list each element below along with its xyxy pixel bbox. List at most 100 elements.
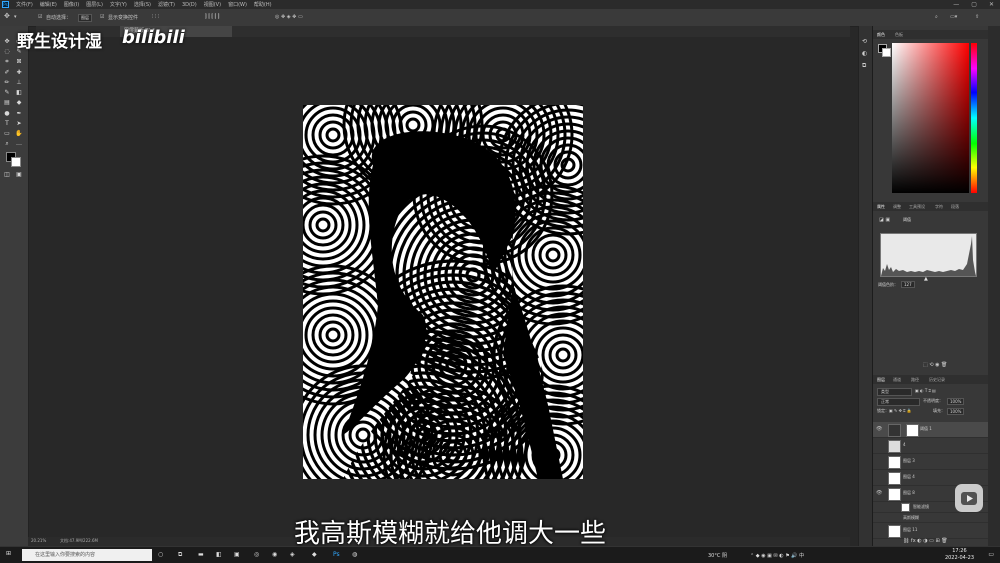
screen-mode-icon[interactable]: ▣ [15,171,23,178]
menu-window[interactable]: 窗口(W) [228,1,247,8]
panel-scrollbar[interactable] [988,26,1000,546]
notification-icon[interactable]: ▭ [988,551,994,558]
3d-mode-icons[interactable]: ◎ ✥ ◈ ✥ ▭ [275,14,303,20]
more-tools-icon[interactable]: … [15,140,23,147]
tab-swatches[interactable]: 色板 [895,32,903,38]
bg-color-chip[interactable] [882,48,891,57]
move-tool-icon[interactable]: ✥ [3,38,11,45]
tab-layers[interactable]: 图层 [877,377,885,383]
app-icon[interactable]: ◈ [290,551,295,558]
layer-kind-filter[interactable]: 类型 [877,388,912,396]
distribute-icons[interactable]: ⫿ ⫿ ⫿ ⫿ ⫿ [205,14,219,20]
document-size[interactable]: 文档:47.9M/222.6M [60,538,98,544]
menu-filter[interactable]: 滤镜(T) [158,1,175,8]
photoshop-taskbar-icon[interactable]: Ps [333,551,340,558]
tab-properties[interactable]: 属性 [877,204,885,210]
clone-stamp-tool-icon[interactable]: ⊥ [15,79,23,86]
layer-filter-icons[interactable]: ▣ ◐ T ⌗ ▤ [915,388,936,393]
menu-file[interactable]: 文件(F) [16,1,33,8]
menu-layer[interactable]: 图层(L) [86,1,103,8]
eyedropper-tool-icon[interactable]: ✐ [3,69,11,76]
layer-row-threshold[interactable]: 👁 阈值 1 [873,422,989,438]
align-icons[interactable]: ⫶ ⫶ ⫶ [152,14,159,20]
hue-slider[interactable] [971,43,977,193]
search-icon[interactable]: ⌕ [935,14,938,20]
share-icon[interactable]: ⇪ [975,14,979,20]
tab-tool-presets[interactable]: 工具预设 [909,204,925,210]
tab-color[interactable]: 颜色 [877,32,885,38]
visibility-eye-icon[interactable]: 👁 [876,426,882,432]
libraries-icon[interactable]: ⧉ [862,62,866,70]
tab-channels[interactable]: 通道 [893,377,901,383]
tab-adjustments[interactable]: 调整 [893,204,901,210]
app-icon[interactable]: ◍ [352,551,357,558]
menu-view[interactable]: 视图(V) [204,1,221,8]
visibility-eye-icon[interactable]: 👁 [876,490,882,496]
background-color-swatch[interactable] [11,157,21,167]
fill-input[interactable]: 100% [947,408,965,415]
properties-footer-icons[interactable]: ⬚ ⟲ ◉ 🗑 [923,362,947,368]
tab-paths[interactable]: 路径 [911,377,919,383]
history-brush-tool-icon[interactable]: ✎ [3,89,11,96]
close-button[interactable]: ✕ [989,1,994,8]
app-icon[interactable]: ◆ [312,551,317,558]
hand-tool-icon[interactable]: ✋ [15,130,23,137]
video-player-icon[interactable] [955,484,983,512]
adjustments-icon[interactable]: ◐ [862,50,867,57]
zoom-tool-icon[interactable]: ⌕ [3,140,11,147]
quick-mask-icon[interactable]: ◫ [3,171,11,178]
maximize-button[interactable]: ▢ [971,1,977,8]
threshold-slider-handle[interactable]: ▲ [924,276,928,282]
brush-tool-icon[interactable]: ✏ [3,79,11,86]
opacity-input[interactable]: 100% [947,398,965,405]
tab-paragraph[interactable]: 段落 [951,204,959,210]
filter-row[interactable]: 高斯模糊 [873,513,989,523]
eraser-tool-icon[interactable]: ◧ [15,89,23,96]
tab-history[interactable]: 历史记录 [929,377,945,383]
color-field[interactable] [892,43,969,193]
show-transform-checkbox[interactable]: ☑ [100,14,104,20]
type-tool-icon[interactable]: T [3,120,11,127]
spot-healing-tool-icon[interactable]: ✚ [15,69,23,76]
tool-preset-icon[interactable]: ▾ [14,14,17,20]
lasso-tool-icon[interactable]: ◌ [3,48,11,55]
frame-tool-icon[interactable]: ⊠ [15,58,23,65]
workspace-icon[interactable]: ▭▾ [950,14,957,20]
crop-tool-icon[interactable]: ⌗ [3,58,11,65]
menu-edit[interactable]: 编辑(E) [40,1,57,8]
menu-type[interactable]: 文字(Y) [110,1,127,8]
cortana-icon[interactable]: ○ [158,551,163,558]
taskbar-search-input[interactable]: 在这里输入你要搜索的内容 [22,549,152,561]
threshold-histogram[interactable] [880,233,977,277]
history-icon[interactable]: ⟲ [862,38,867,45]
shape-tool-icon[interactable]: ▭ [3,130,11,137]
path-select-tool-icon[interactable]: ➤ [15,120,23,127]
app-icon[interactable]: ◧ [216,551,222,558]
move-tool-icon[interactable]: ✥ [4,12,10,20]
auto-select-dropdown[interactable]: 图层 [78,14,92,22]
layer-row[interactable]: 4 [873,438,989,454]
minimize-button[interactable]: — [953,1,959,8]
auto-select-checkbox[interactable]: ☑ [38,14,42,20]
layer-row[interactable]: 图层 11 [873,523,989,539]
task-view-icon[interactable]: ⧉ [178,551,182,559]
menu-help[interactable]: 帮助(H) [254,1,272,8]
blend-mode-dropdown[interactable]: 正常 [877,398,920,406]
lock-icons[interactable]: ▣ ✎ ✥ ⌗ 🔒 [889,408,912,413]
threshold-level-input[interactable]: 127 [901,281,915,288]
gradient-tool-icon[interactable]: ▤ [3,99,11,106]
start-icon[interactable]: ⊞ [6,550,11,557]
edge-icon[interactable]: ◎ [254,551,259,558]
menu-select[interactable]: 选择(S) [134,1,151,8]
pen-tool-icon[interactable]: ✒ [15,110,23,117]
document-canvas[interactable] [303,105,583,479]
layers-footer-icons[interactable]: ⛓ fx ◐ ◑ ▭ ⊞ 🗑 [903,538,948,544]
menu-3d[interactable]: 3D(D) [182,2,197,8]
menu-image[interactable]: 图像(I) [64,1,79,8]
wechat-icon[interactable]: ◉ [272,551,277,558]
taskbar-clock[interactable]: 17:26 2022-04-23 [945,548,974,562]
system-tray-icons[interactable]: ⌃ ◆ ◉ ▣ ✉ ◐ ⚑ 🔊 中 [750,552,804,559]
layer-row[interactable]: 图层 3 [873,454,989,470]
dodge-tool-icon[interactable]: ● [3,110,11,117]
tab-character[interactable]: 字符 [935,204,943,210]
